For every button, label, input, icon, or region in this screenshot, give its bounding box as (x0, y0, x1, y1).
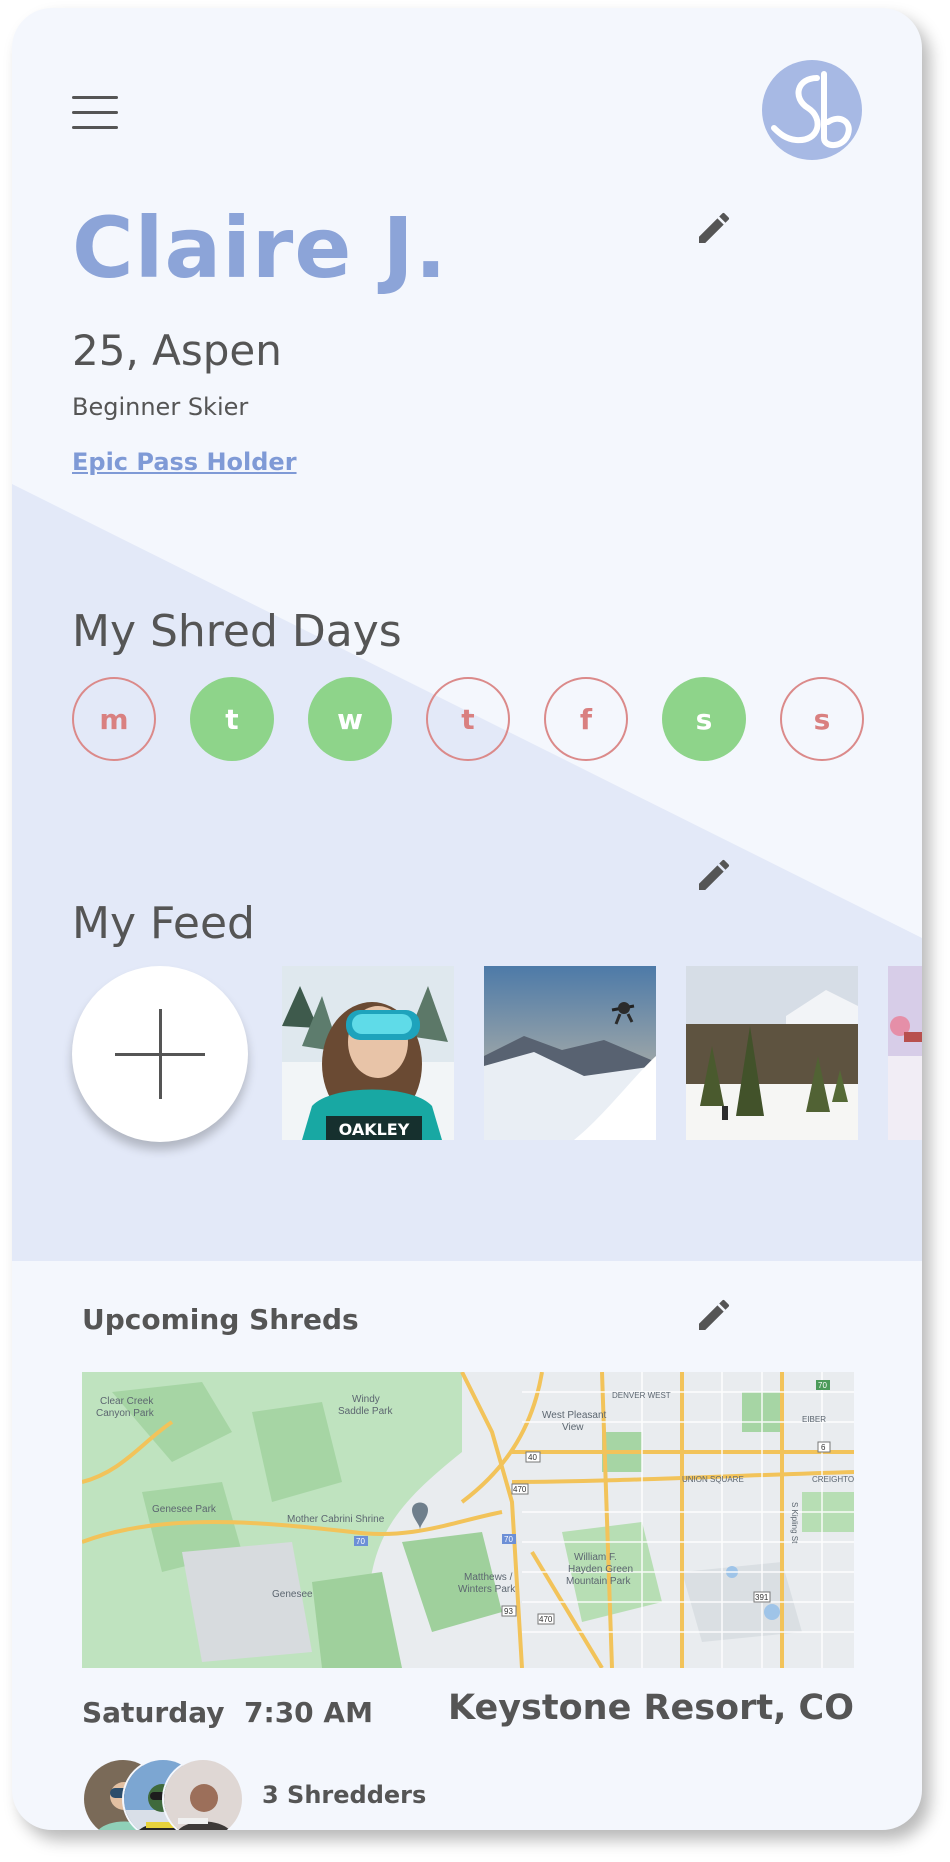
svg-text:EIBER: EIBER (802, 1415, 826, 1424)
svg-text:93: 93 (504, 1607, 513, 1616)
profile-skill-level: Beginner Skier (72, 393, 249, 421)
feed-photo[interactable] (484, 966, 656, 1140)
shred-day-toggle[interactable]: s (662, 677, 746, 761)
avatar (162, 1758, 244, 1830)
svg-text:Genesee: Genesee (272, 1589, 313, 1600)
shred-datetime: Saturday 7:30 AM (82, 1696, 373, 1729)
edit-profile-icon[interactable] (694, 208, 734, 248)
feed-photo[interactable]: OAKLEY (282, 966, 454, 1140)
svg-text:West Pleasant: West Pleasant (542, 1410, 607, 1421)
pass-link[interactable]: Epic Pass Holder (72, 448, 297, 476)
svg-text:470: 470 (539, 1615, 553, 1624)
shred-day-toggle[interactable]: t (426, 677, 510, 761)
svg-text:OAKLEY: OAKLEY (339, 1120, 410, 1139)
shred-day-toggle[interactable]: s (780, 677, 864, 761)
profile-age-location: 25, Aspen (72, 326, 282, 375)
svg-text:UNION SQUARE: UNION SQUARE (682, 1475, 744, 1484)
shred-day: Saturday (82, 1696, 225, 1729)
shred-location: Keystone Resort, CO (448, 1688, 854, 1728)
shred-day-toggle[interactable]: m (72, 677, 156, 761)
shred-days-title: My Shred Days (72, 606, 402, 657)
svg-text:Matthews /: Matthews / (464, 1572, 513, 1583)
svg-text:William F.: William F. (574, 1552, 617, 1563)
svg-text:6: 6 (821, 1443, 826, 1452)
feed-title: My Feed (72, 898, 255, 949)
shred-day-toggle[interactable]: f (544, 677, 628, 761)
shredder-avatars[interactable] (82, 1758, 244, 1830)
profile-card: Claire J. 25, Aspen Beginner Skier Epic … (12, 8, 922, 1830)
svg-text:CREIGHTON: CREIGHTON (812, 1475, 854, 1484)
svg-text:DENVER WEST: DENVER WEST (612, 1391, 671, 1400)
svg-text:Windy: Windy (352, 1394, 380, 1405)
profile-name: Claire J. (72, 199, 448, 297)
svg-text:Mother Cabrini Shrine: Mother Cabrini Shrine (287, 1514, 385, 1525)
edit-feed-icon[interactable] (694, 855, 734, 895)
svg-text:Clear Creek: Clear Creek (100, 1396, 154, 1407)
svg-text:70: 70 (356, 1537, 365, 1546)
svg-text:View: View (562, 1422, 584, 1433)
shred-time: 7:30 AM (244, 1696, 373, 1729)
svg-text:40: 40 (528, 1453, 537, 1462)
svg-text:70: 70 (818, 1381, 827, 1390)
upcoming-title: Upcoming Shreds (82, 1303, 359, 1336)
shred-day-toggle[interactable]: t (190, 677, 274, 761)
svg-text:Winters Park: Winters Park (458, 1584, 516, 1595)
shred-day-toggle[interactable]: w (308, 677, 392, 761)
svg-text:Mountain Park: Mountain Park (566, 1576, 631, 1587)
svg-text:Saddle Park: Saddle Park (338, 1406, 393, 1417)
svg-text:S Kipling St: S Kipling St (790, 1502, 799, 1544)
shredder-count: 3 Shredders (262, 1781, 427, 1809)
route-map[interactable]: Clear Creek Canyon Park Windy Saddle Par… (82, 1372, 854, 1668)
svg-text:Canyon Park: Canyon Park (96, 1408, 155, 1419)
app-logo[interactable] (762, 60, 862, 160)
menu-icon[interactable] (72, 96, 118, 130)
svg-text:470: 470 (513, 1485, 527, 1494)
svg-text:Hayden Green: Hayden Green (568, 1564, 633, 1575)
svg-text:70: 70 (504, 1535, 513, 1544)
svg-text:Genesee Park: Genesee Park (152, 1504, 217, 1515)
edit-upcoming-icon[interactable] (694, 1295, 734, 1335)
svg-text:391: 391 (755, 1593, 769, 1602)
add-photo-button[interactable] (72, 966, 248, 1142)
feed-photo[interactable] (888, 966, 922, 1140)
feed-photo[interactable] (686, 966, 858, 1140)
